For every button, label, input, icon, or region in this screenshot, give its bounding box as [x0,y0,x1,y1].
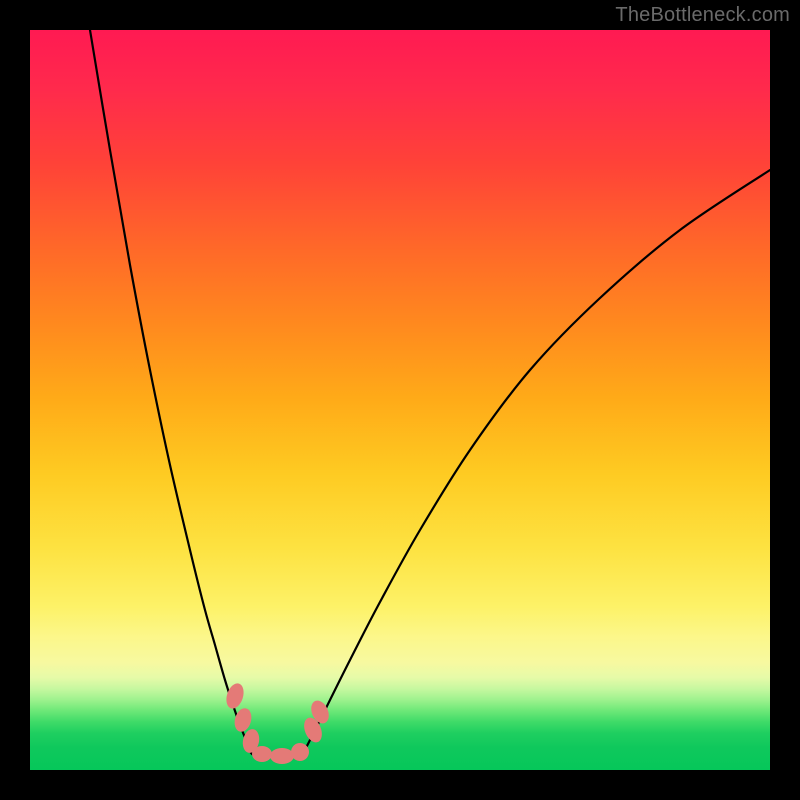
plot-area [30,30,770,770]
outer-frame: TheBottleneck.com [0,0,800,800]
curve-svg [30,30,770,770]
valley-markers [223,681,332,764]
valley-marker [270,748,294,764]
valley-marker [252,746,272,762]
watermark-text: TheBottleneck.com [615,4,790,27]
bottleneck-curve [90,30,770,757]
